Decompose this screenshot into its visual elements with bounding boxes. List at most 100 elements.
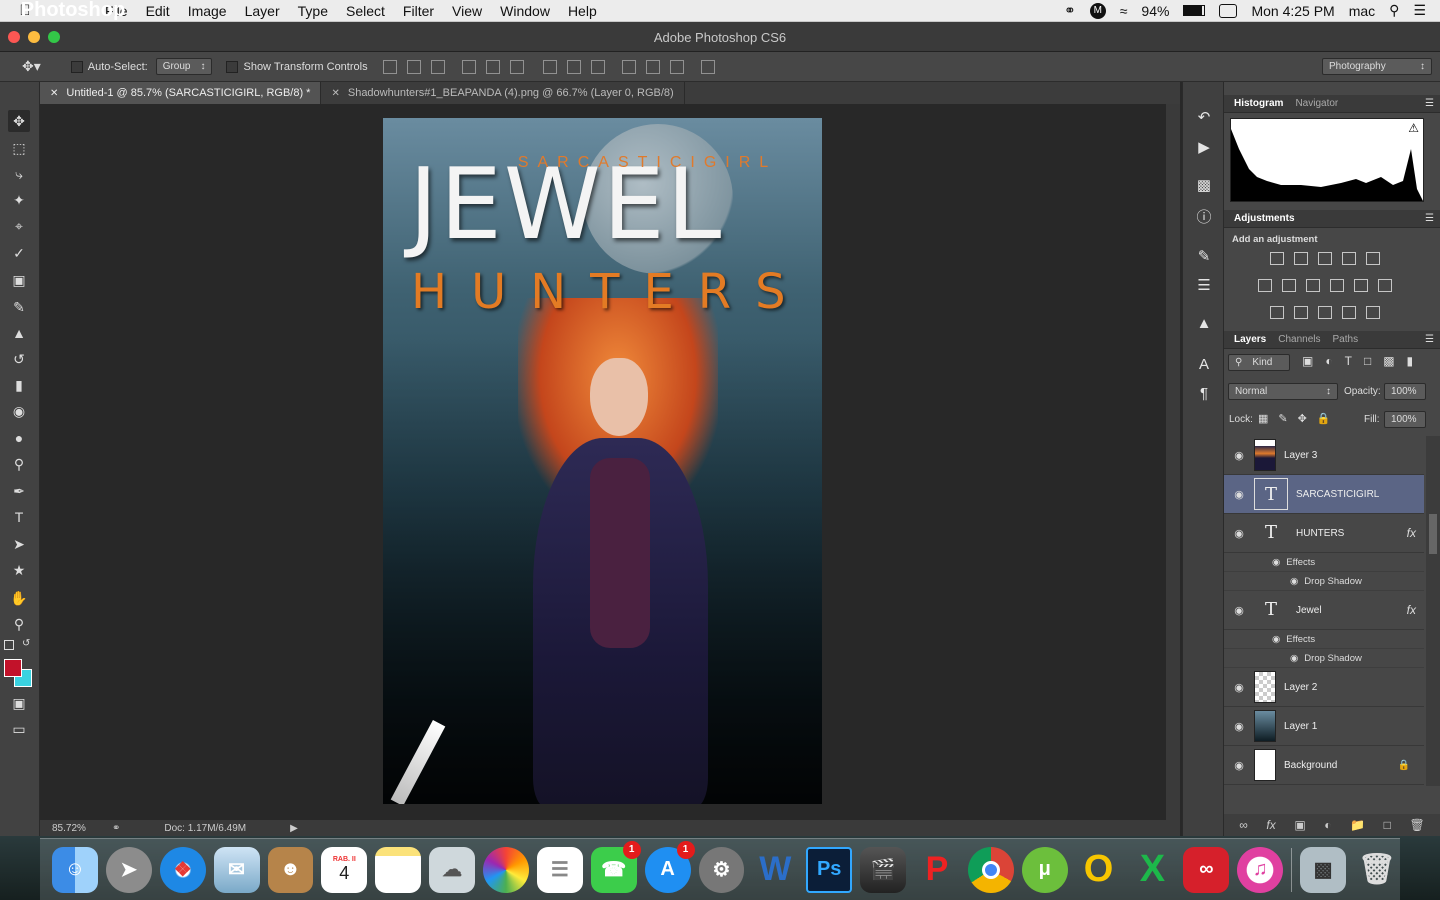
- battery-percent[interactable]: 94%: [1141, 3, 1169, 19]
- layer-name[interactable]: Layer 3: [1284, 450, 1317, 461]
- layer-row-sarcasticigirl[interactable]: ◉ T SARCASTICIGIRL: [1224, 475, 1424, 514]
- link-layers-icon[interactable]: ∞: [1239, 818, 1248, 832]
- photos-icon[interactable]: [483, 846, 529, 893]
- launchpad-icon[interactable]: ➤: [105, 846, 152, 893]
- type-tool-icon[interactable]: T: [8, 506, 30, 528]
- status-menu-arrow-icon[interactable]: ▶: [290, 823, 298, 834]
- new-adjustment-icon[interactable]: ◐: [1324, 818, 1331, 832]
- visibility-eye-icon[interactable]: ◉: [1224, 720, 1254, 733]
- eraser-tool-icon[interactable]: ▮: [8, 374, 30, 396]
- safari-icon[interactable]: ❖: [159, 846, 206, 893]
- blend-mode-dropdown[interactable]: Normal ↕: [1228, 383, 1338, 400]
- layer-row-layer-1[interactable]: ◉ Layer 1: [1224, 707, 1424, 746]
- pen-tool-icon[interactable]: ✒: [8, 480, 30, 502]
- layer-row-jewel[interactable]: ◉ T Jewel fx: [1224, 591, 1424, 630]
- photo-filter-icon[interactable]: [1330, 279, 1344, 292]
- distribute-hcenter-icon[interactable]: [645, 59, 660, 74]
- calendar-icon[interactable]: RAB. II 4: [321, 846, 368, 893]
- swap-colors-icon[interactable]: ↺: [22, 638, 30, 649]
- add-mask-icon[interactable]: ▣: [1294, 818, 1305, 832]
- pdf-editor-icon[interactable]: P: [914, 847, 960, 893]
- close-tab-icon[interactable]: ✕: [331, 88, 339, 99]
- filter-toggle-icon[interactable]: ▮: [1407, 354, 1414, 368]
- screen-mode-icon[interactable]: ▭: [8, 718, 30, 740]
- document-canvas[interactable]: JEWEL SARCASTICIGIRL HUNTERS: [383, 118, 822, 804]
- zoom-tool-icon[interactable]: ⚲: [8, 613, 30, 635]
- color-balance-icon[interactable]: [1282, 279, 1296, 292]
- visibility-eye-icon[interactable]: ◉: [1224, 604, 1254, 617]
- menu-filter[interactable]: Filter: [394, 3, 443, 19]
- hue-saturation-icon[interactable]: [1258, 279, 1272, 292]
- tab-adjustments[interactable]: Adjustments: [1228, 213, 1301, 224]
- filter-smart-object-icon[interactable]: ▩: [1383, 354, 1394, 368]
- info-panel-icon[interactable]: ⓘ: [1194, 206, 1214, 226]
- tab-untitled-1[interactable]: ✕ Untitled-1 @ 85.7% (SARCASTICIGIRL, RGB…: [40, 82, 322, 104]
- reminders-icon[interactable]: ☰: [536, 846, 583, 893]
- posterize-icon[interactable]: [1294, 306, 1308, 319]
- panel-menu-icon[interactable]: ☰: [1425, 334, 1434, 345]
- opera-icon[interactable]: O: [1076, 847, 1122, 893]
- character-panel-icon[interactable]: A: [1194, 356, 1214, 376]
- trash-icon[interactable]: 🗑: [1354, 847, 1400, 893]
- levels-icon[interactable]: [1294, 252, 1308, 265]
- fill-field[interactable]: 100%: [1384, 411, 1426, 428]
- zoom-level[interactable]: 85.72%: [52, 823, 102, 834]
- layers-scrollbar[interactable]: [1426, 436, 1440, 786]
- notification-center-icon[interactable]: ☰: [1413, 2, 1426, 19]
- drop-shadow-row[interactable]: ◉ Drop Shadow: [1224, 572, 1424, 591]
- color-lookup-icon[interactable]: [1378, 279, 1392, 292]
- align-left-icon[interactable]: [461, 59, 476, 74]
- tab-shadowhunters[interactable]: ✕ Shadowhunters#1_BEAPANDA (4).png @ 66.7…: [321, 82, 685, 104]
- contacts-icon[interactable]: ☻: [267, 846, 314, 893]
- utorrent-icon[interactable]: μ: [1021, 846, 1068, 893]
- creative-cloud-app-icon[interactable]: ∞: [1183, 846, 1230, 893]
- auto-select-dropdown[interactable]: Group ↕: [155, 58, 213, 75]
- layer-name[interactable]: Layer 1: [1284, 721, 1317, 732]
- stamp-tool-icon[interactable]: ▲: [8, 322, 30, 344]
- threshold-icon[interactable]: [1318, 306, 1332, 319]
- clock[interactable]: Mon 4:25 PM: [1251, 3, 1334, 19]
- brush-panel-icon[interactable]: ✎: [1194, 247, 1214, 267]
- layer-row-background[interactable]: ◉ Background 🔒: [1224, 746, 1424, 785]
- tab-layers[interactable]: Layers: [1228, 334, 1272, 345]
- malwarebytes-icon[interactable]: M: [1089, 2, 1106, 19]
- layer-row-layer-2[interactable]: ◉ Layer 2: [1224, 668, 1424, 707]
- input-source-icon[interactable]: [1219, 3, 1238, 18]
- eyedropper-tool-icon[interactable]: ✓: [8, 242, 30, 264]
- marquee-tool-icon[interactable]: ⬚: [8, 137, 30, 159]
- visibility-eye-icon[interactable]: ◉: [1224, 681, 1254, 694]
- menu-window[interactable]: Window: [491, 3, 559, 19]
- drop-shadow-row[interactable]: ◉ Drop Shadow: [1224, 649, 1424, 668]
- layer-effects-fx-icon[interactable]: fx: [1407, 526, 1416, 540]
- new-layer-icon[interactable]: □: [1384, 818, 1391, 832]
- black-white-icon[interactable]: [1306, 279, 1320, 292]
- excel-icon[interactable]: X: [1130, 847, 1176, 893]
- layer-row-hunters[interactable]: ◉ T HUNTERS fx: [1224, 514, 1424, 553]
- finder-icon[interactable]: ☺: [52, 846, 98, 893]
- tab-navigator[interactable]: Navigator: [1289, 98, 1344, 109]
- word-icon[interactable]: W: [752, 847, 798, 893]
- battery-icon[interactable]: [1183, 5, 1206, 16]
- visibility-eye-icon[interactable]: ◉: [1224, 527, 1254, 540]
- drop-shadow-eye-icon[interactable]: ◉: [1290, 576, 1298, 587]
- tab-channels[interactable]: Channels: [1272, 334, 1326, 345]
- tab-histogram[interactable]: Histogram: [1228, 98, 1289, 109]
- healing-brush-tool-icon[interactable]: ▣: [8, 269, 30, 291]
- panel-menu-icon[interactable]: ☰: [1425, 213, 1434, 224]
- itunes-icon[interactable]: ♫: [1237, 846, 1284, 893]
- align-hcenter-icon[interactable]: [485, 59, 500, 74]
- app-store-icon[interactable]: A1: [644, 840, 695, 893]
- move-tool-icon[interactable]: ✥: [8, 110, 30, 132]
- brush-tool-icon[interactable]: ✎: [8, 296, 30, 318]
- distribute-top-icon[interactable]: [542, 59, 557, 74]
- facetime-icon[interactable]: ☎ 1: [590, 840, 641, 893]
- lock-all-icon[interactable]: 🔒: [1317, 412, 1331, 425]
- workspace-dropdown[interactable]: Photography ↕: [1322, 58, 1432, 75]
- add-style-icon[interactable]: fx: [1266, 818, 1275, 832]
- show-transform-checkbox[interactable]: [226, 60, 239, 73]
- wifi-icon[interactable]: ≈: [1120, 3, 1128, 19]
- creative-cloud-icon[interactable]: ⚭: [1064, 2, 1076, 19]
- default-colors-icon[interactable]: [4, 640, 14, 650]
- paint-bucket-tool-icon[interactable]: ◉: [8, 400, 30, 422]
- hand-tool-icon[interactable]: ✋: [8, 587, 30, 609]
